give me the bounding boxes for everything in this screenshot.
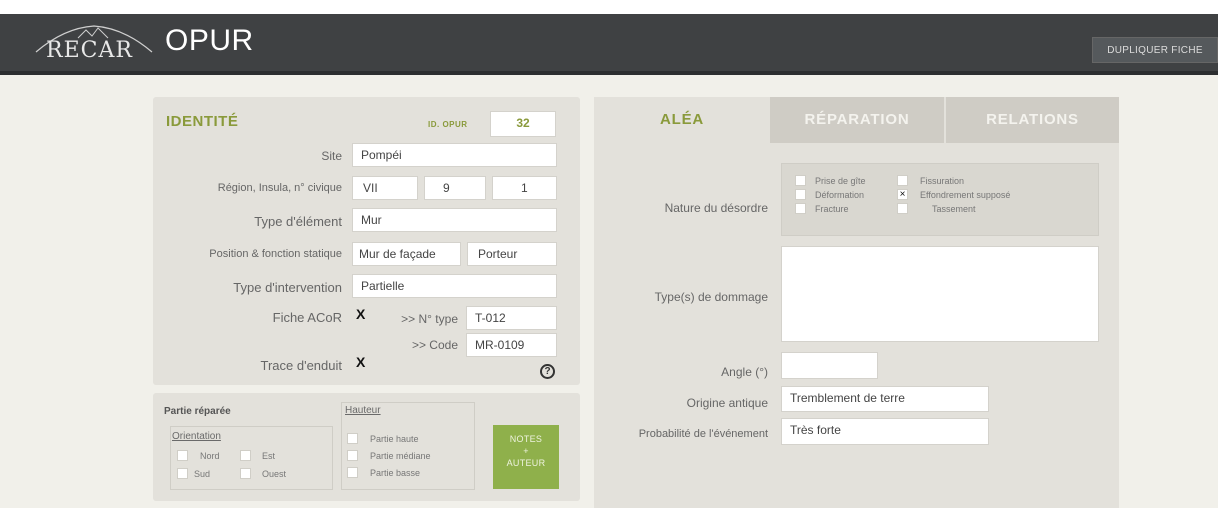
fissuration-checkbox[interactable] xyxy=(897,175,908,186)
notes-button-line1: NOTES xyxy=(509,434,543,444)
orientation-nord-checkbox[interactable] xyxy=(177,450,188,461)
deformation-label: Déformation xyxy=(815,190,865,200)
probabilite-field[interactable]: Très forte xyxy=(781,418,989,445)
angle-field[interactable] xyxy=(781,352,878,379)
partie-haute-label: Partie haute xyxy=(370,434,419,444)
app-header: RECAR OPUR DUPLIQUER FICHE xyxy=(0,14,1218,74)
tassement-checkbox[interactable] xyxy=(897,203,908,214)
ntype-field[interactable]: T-012 xyxy=(466,306,557,330)
fracture-label: Fracture xyxy=(815,204,849,214)
insula-field[interactable]: 9 xyxy=(424,176,486,200)
effondrement-checkbox[interactable]: × xyxy=(897,189,908,200)
site-label: Site xyxy=(321,149,342,163)
trace-enduit-checkbox[interactable]: X xyxy=(356,354,365,370)
civic-number-field[interactable]: 1 xyxy=(492,176,557,200)
tassement-label: Tassement xyxy=(932,204,976,214)
intervention-label: Type d'intervention xyxy=(233,280,342,295)
origine-label: Origine antique xyxy=(686,396,768,410)
orientation-sud-checkbox[interactable] xyxy=(177,468,188,479)
prise-de-gite-checkbox[interactable] xyxy=(795,175,806,186)
region-label: Région, Insula, n° civique xyxy=(217,182,342,194)
tab-reparation[interactable]: RÉPARATION xyxy=(770,97,944,143)
effondrement-check-mark: × xyxy=(899,189,906,200)
tab-alea[interactable]: ALÉA xyxy=(594,97,770,143)
help-icon[interactable]: ? xyxy=(540,364,555,379)
fracture-checkbox[interactable] xyxy=(795,203,806,214)
app-title: OPUR xyxy=(165,24,254,57)
partie-haute-checkbox[interactable] xyxy=(347,433,358,444)
id-opur-label: ID. OPUR xyxy=(428,120,468,129)
intervention-field[interactable]: Partielle xyxy=(352,274,557,298)
effondrement-label: Effondrement supposé xyxy=(920,190,1011,200)
tab-relations[interactable]: RELATIONS xyxy=(946,97,1119,143)
dommage-textarea[interactable] xyxy=(781,246,1099,342)
fissuration-label: Fissuration xyxy=(920,176,965,186)
partie-reparee-title: Partie réparée xyxy=(164,406,231,417)
partie-mediane-checkbox[interactable] xyxy=(347,450,358,461)
id-opur-field[interactable]: 32 xyxy=(490,111,556,137)
orientation-box xyxy=(170,426,333,490)
orientation-sud-label: Sud xyxy=(194,469,211,479)
orientation-est-label: Est xyxy=(262,451,276,461)
dommage-label: Type(s) de dommage xyxy=(654,290,768,304)
identite-title: IDENTITÉ xyxy=(166,113,239,130)
ntype-label: >> N° type xyxy=(401,312,458,326)
trace-enduit-label: Trace d'enduit xyxy=(260,358,343,373)
orientation-nord-label: Nord xyxy=(200,451,220,461)
logo-text: RECAR xyxy=(46,38,133,63)
position-label: Position & fonction statique xyxy=(209,248,342,260)
prise-de-gite-label: Prise de gîte xyxy=(815,176,866,186)
probabilite-label: Probabilité de l'événement xyxy=(638,428,768,440)
duplicate-record-button[interactable]: DUPLIQUER FICHE xyxy=(1092,37,1218,63)
type-element-field[interactable]: Mur xyxy=(352,208,557,232)
notes-button-line2: + xyxy=(523,446,529,456)
fiche-acor-checkbox[interactable]: X xyxy=(356,306,365,322)
recar-logo: RECAR xyxy=(34,22,154,66)
partie-basse-checkbox[interactable] xyxy=(347,467,358,478)
site-field[interactable]: Pompéi xyxy=(352,143,557,167)
angle-label: Angle (°) xyxy=(721,365,768,379)
partie-basse-label: Partie basse xyxy=(370,468,421,478)
notes-button-line3: AUTEUR xyxy=(506,458,546,468)
code-field[interactable]: MR-0109 xyxy=(466,333,557,357)
orientation-ouest-checkbox[interactable] xyxy=(240,468,251,479)
region-field[interactable]: VII xyxy=(352,176,418,200)
orientation-est-checkbox[interactable] xyxy=(240,450,251,461)
position-field[interactable]: Mur de façade xyxy=(352,242,461,266)
fiche-acor-label: Fiche ACoR xyxy=(272,310,342,325)
type-element-label: Type d'élément xyxy=(254,214,342,229)
code-label: >> Code xyxy=(411,338,458,352)
fonction-field[interactable]: Porteur xyxy=(467,242,557,266)
origine-field[interactable]: Tremblement de terre xyxy=(781,386,989,412)
deformation-checkbox[interactable] xyxy=(795,189,806,200)
orientation-ouest-label: Ouest xyxy=(262,469,287,479)
nature-desordre-label: Nature du désordre xyxy=(664,201,768,215)
notes-auteur-button[interactable]: NOTES + AUTEUR xyxy=(493,425,559,489)
partie-mediane-label: Partie médiane xyxy=(370,451,431,461)
